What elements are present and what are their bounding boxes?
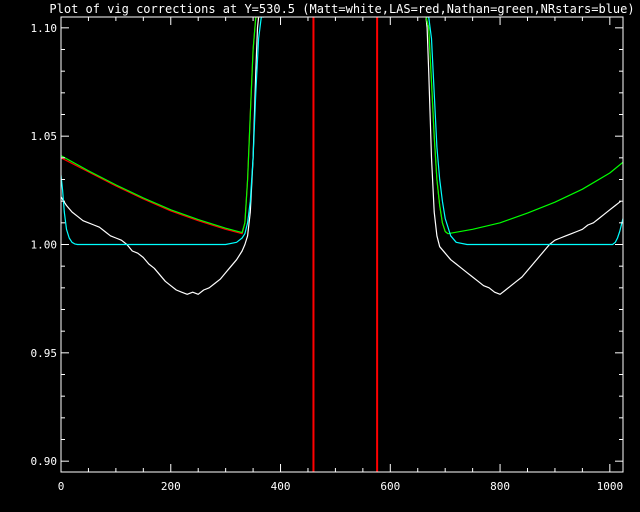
x-tick-label: 200 bbox=[161, 480, 181, 493]
y-tick-label: 0.95 bbox=[31, 347, 58, 360]
chart-title: Plot of vig corrections at Y=530.5 (Matt… bbox=[49, 2, 634, 16]
y-tick-label: 1.10 bbox=[31, 22, 58, 35]
plot-background bbox=[0, 0, 640, 512]
x-tick-label: 800 bbox=[490, 480, 510, 493]
x-tick-label: 0 bbox=[58, 480, 65, 493]
x-tick-label: 400 bbox=[271, 480, 291, 493]
y-tick-label: 0.90 bbox=[31, 455, 58, 468]
y-tick-label: 1.00 bbox=[31, 239, 58, 252]
vig-correction-plot: Plot of vig corrections at Y=530.5 (Matt… bbox=[0, 0, 640, 512]
x-tick-label: 1000 bbox=[597, 480, 624, 493]
y-tick-label: 1.05 bbox=[31, 130, 58, 143]
x-tick-label: 600 bbox=[380, 480, 400, 493]
